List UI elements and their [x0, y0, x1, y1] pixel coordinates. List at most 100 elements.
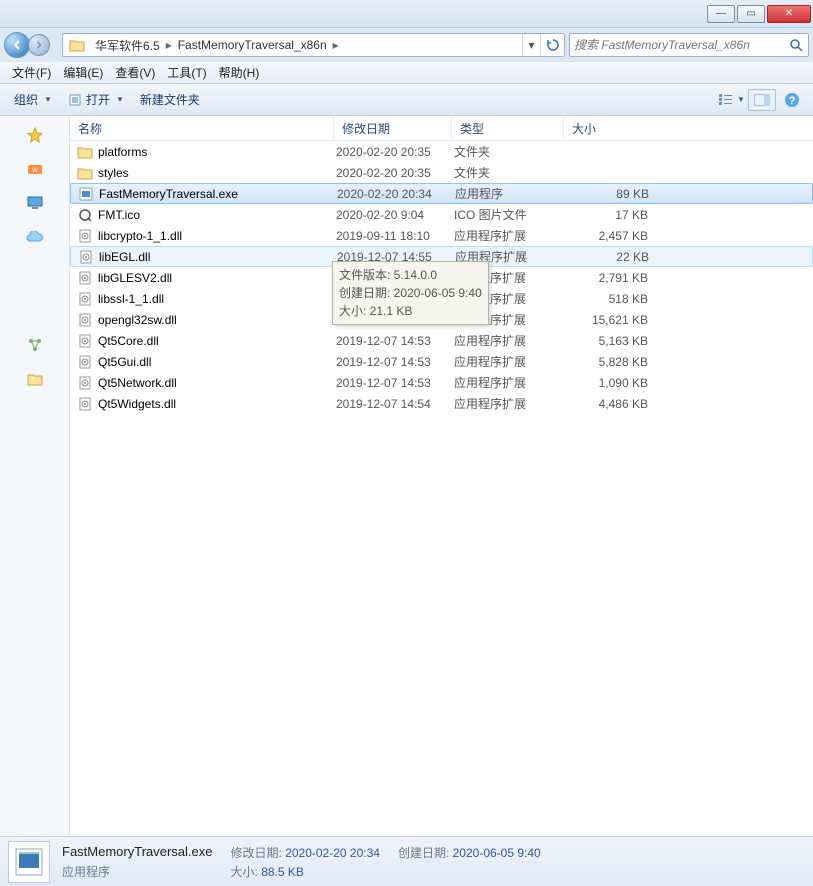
help-button[interactable]: ? [778, 89, 806, 111]
tooltip-line: 大小: 21.1 KB [339, 302, 482, 320]
menu-view[interactable]: 查看(V) [109, 62, 161, 83]
file-name: Qt5Gui.dll [98, 355, 336, 369]
column-date[interactable]: 修改日期 [334, 117, 452, 140]
column-size[interactable]: 大小 [564, 117, 654, 140]
file-row[interactable]: Qt5Widgets.dll2019-12-07 14:54应用程序扩展4,48… [70, 393, 813, 414]
file-name: libcrypto-1_1.dll [98, 229, 336, 243]
minimize-button[interactable]: — [707, 5, 735, 23]
view-icon [719, 94, 735, 106]
file-type: 应用程序扩展 [454, 374, 566, 391]
file-name: FastMemoryTraversal.exe [99, 187, 337, 201]
file-row[interactable]: FastMemoryTraversal.exe2020-02-20 20:34应… [70, 183, 813, 204]
file-date: 2019-09-11 18:10 [336, 229, 454, 243]
folder-icon [67, 35, 87, 55]
new-folder-button[interactable]: 新建文件夹 [132, 88, 208, 111]
column-headers: 名称 修改日期 类型 大小 [70, 117, 813, 141]
file-row[interactable]: platforms2020-02-20 20:35文件夹 [70, 141, 813, 162]
dll-icon [77, 249, 95, 265]
file-date: 2020-02-20 20:35 [336, 166, 454, 180]
menu-edit[interactable]: 编辑(E) [57, 62, 109, 83]
details-pane: FastMemoryTraversal.exe 修改日期: 2020-02-20… [0, 836, 813, 886]
back-button[interactable] [4, 32, 30, 58]
folder-nav-icon[interactable] [25, 369, 45, 389]
file-row[interactable]: FMT.ico2020-02-20 9:04ICO 图片文件17 KB [70, 204, 813, 225]
breadcrumb-seg-2[interactable]: FastMemoryTraversal_x86n [174, 38, 331, 52]
file-type: 文件夹 [454, 164, 566, 181]
column-type[interactable]: 类型 [452, 117, 564, 140]
file-date: 2019-12-07 14:54 [336, 397, 454, 411]
network-icon[interactable] [25, 335, 45, 355]
file-row[interactable]: styles2020-02-20 20:35文件夹 [70, 162, 813, 183]
file-date: 2020-02-20 20:34 [337, 187, 455, 201]
file-type: 应用程序 [455, 185, 567, 202]
folder-icon [76, 165, 94, 181]
wps-cloud-icon[interactable]: W [25, 159, 45, 179]
file-name: platforms [98, 145, 336, 159]
file-size: 5,828 KB [566, 355, 648, 369]
maximize-button[interactable]: ▭ [737, 5, 765, 23]
refresh-button[interactable] [540, 34, 564, 56]
file-size: 4,486 KB [566, 397, 648, 411]
address-bar[interactable]: 华军软件6.5 ▸ FastMemoryTraversal_x86n ▸ ▾ [62, 33, 565, 57]
file-list-area: 名称 修改日期 类型 大小 platforms2020-02-20 20:35文… [70, 117, 813, 836]
tooltip-line: 创建日期: 2020-06-05 9:40 [339, 284, 482, 302]
file-name: libEGL.dll [99, 250, 337, 264]
open-button[interactable]: 打开▼ [60, 88, 132, 111]
file-row[interactable]: libcrypto-1_1.dll2019-09-11 18:10应用程序扩展2… [70, 225, 813, 246]
file-name: opengl32sw.dll [98, 313, 336, 327]
file-row[interactable]: Qt5Network.dll2019-12-07 14:53应用程序扩展1,09… [70, 372, 813, 393]
menu-bar: 文件(F) 编辑(E) 查看(V) 工具(T) 帮助(H) [0, 62, 813, 84]
file-date: 2019-12-07 14:53 [336, 334, 454, 348]
file-row[interactable]: Qt5Core.dll2019-12-07 14:53应用程序扩展5,163 K… [70, 330, 813, 351]
organize-button[interactable]: 组织▼ [6, 88, 60, 111]
view-options-button[interactable]: ▼ [718, 89, 746, 111]
toolbar: 组织▼ 打开▼ 新建文件夹 ▼ ? [0, 84, 813, 116]
forward-button[interactable] [28, 34, 50, 56]
search-box[interactable] [569, 33, 809, 57]
address-dropdown[interactable]: ▾ [522, 34, 540, 56]
file-type: 应用程序扩展 [454, 332, 566, 349]
svg-text:?: ? [789, 95, 796, 107]
preview-icon [754, 94, 770, 106]
exe-large-icon [13, 846, 45, 878]
dll-icon [76, 291, 94, 307]
file-type: 应用程序扩展 [454, 395, 566, 412]
file-name: libGLESV2.dll [98, 271, 336, 285]
computer-icon[interactable] [25, 193, 45, 213]
details-size: 88.5 KB [261, 865, 304, 879]
cloud-icon[interactable] [25, 227, 45, 247]
details-filename: FastMemoryTraversal.exe [62, 844, 213, 861]
file-size: 1,090 KB [566, 376, 648, 390]
favorites-icon[interactable] [25, 125, 45, 145]
file-rows[interactable]: platforms2020-02-20 20:35文件夹styles2020-0… [70, 141, 813, 836]
file-type: 应用程序扩展 [454, 227, 566, 244]
menu-tools[interactable]: 工具(T) [161, 62, 212, 83]
file-name: FMT.ico [98, 208, 336, 222]
search-input[interactable] [570, 38, 784, 52]
menu-file[interactable]: 文件(F) [6, 62, 57, 83]
breadcrumb-seg-1[interactable]: 华军软件6.5 [91, 37, 164, 54]
chevron-down-icon: ▼ [737, 95, 745, 104]
tooltip: 文件版本: 5.14.0.0 创建日期: 2020-06-05 9:40 大小:… [332, 261, 489, 325]
chevron-right-icon[interactable]: ▸ [164, 38, 174, 52]
file-row[interactable]: Qt5Gui.dll2019-12-07 14:53应用程序扩展5,828 KB [70, 351, 813, 372]
preview-pane-button[interactable] [748, 89, 776, 111]
file-size: 17 KB [566, 208, 648, 222]
close-button[interactable]: ✕ [767, 5, 811, 23]
file-name: styles [98, 166, 336, 180]
navigation-pane[interactable]: W [0, 117, 70, 836]
file-date: 2019-12-07 14:53 [336, 376, 454, 390]
file-type: ICO 图片文件 [454, 206, 566, 223]
svg-text:W: W [32, 168, 38, 174]
chevron-down-icon: ▼ [116, 95, 124, 104]
address-row: 华军软件6.5 ▸ FastMemoryTraversal_x86n ▸ ▾ [0, 28, 813, 62]
file-type: 文件夹 [454, 143, 566, 160]
file-size: 15,621 KB [566, 313, 648, 327]
menu-help[interactable]: 帮助(H) [213, 62, 266, 83]
column-name[interactable]: 名称 [70, 117, 334, 140]
file-date: 2020-02-20 20:35 [336, 145, 454, 159]
exe-icon [77, 186, 95, 202]
search-icon[interactable] [784, 38, 808, 52]
chevron-right-icon[interactable]: ▸ [331, 38, 341, 52]
file-size: 518 KB [566, 292, 648, 306]
